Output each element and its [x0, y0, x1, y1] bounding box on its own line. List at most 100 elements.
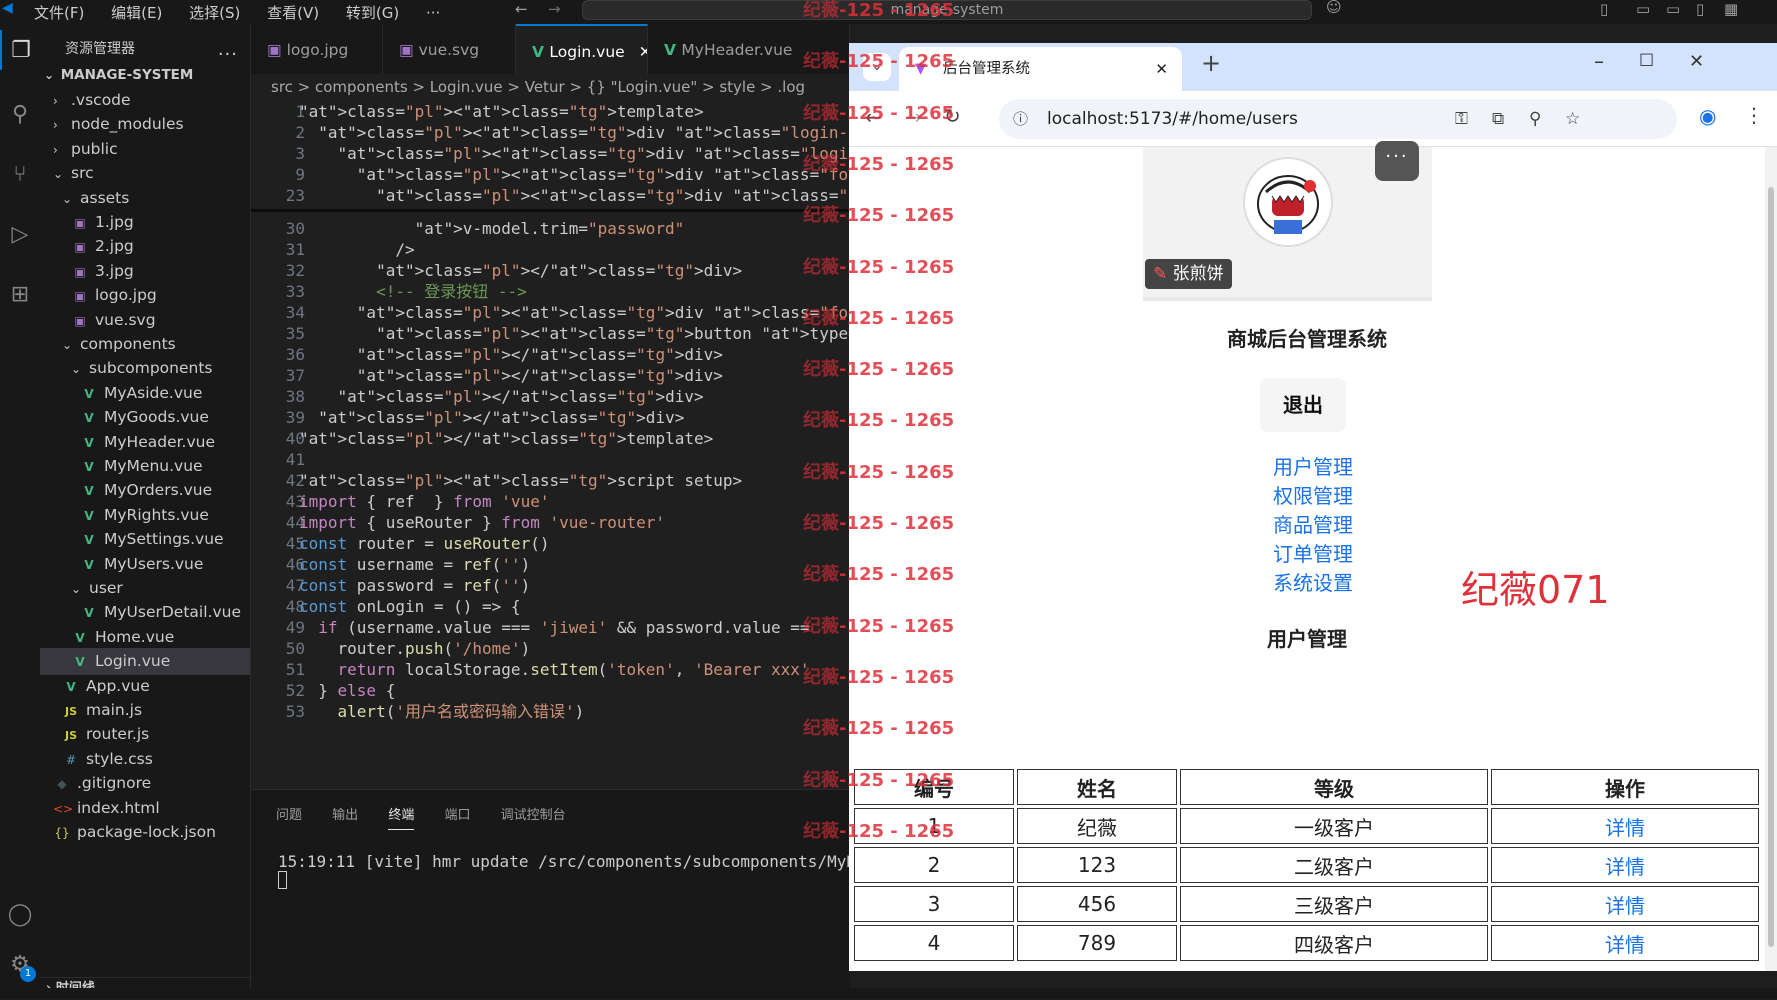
logout-button[interactable]: 退出: [1260, 378, 1346, 432]
close-tab-icon[interactable]: ✕: [1155, 47, 1168, 91]
breadcrumb[interactable]: src > components > Login.vue > Vetur > {…: [251, 74, 850, 100]
forward-arrow-icon[interactable]: →: [548, 0, 561, 18]
address-bar[interactable]: ⓘ localhost:5173/#/home/users ⚿ ⧉ ⚲ ☆: [999, 99, 1677, 139]
tree-item[interactable]: ▣ 3.jpg: [40, 258, 250, 285]
tree-item[interactable]: <> index.html: [40, 795, 250, 822]
code-line[interactable]: import { ref } from 'vue': [299, 490, 549, 514]
nav-link-goods[interactable]: 商品管理: [1263, 509, 1363, 538]
customize-layout-icon[interactable]: ▦: [1724, 0, 1738, 18]
code-line[interactable]: const onLogin = () => {: [299, 595, 521, 619]
tree-item[interactable]: ◆ .gitignore: [40, 770, 250, 797]
code-line[interactable]: "at">class="pl"><"at">class="tg">button …: [299, 322, 850, 346]
tab-ports[interactable]: 端口: [444, 808, 470, 823]
detail-link[interactable]: 详情: [1491, 847, 1759, 883]
detail-link[interactable]: 详情: [1491, 808, 1759, 844]
code-line[interactable]: const password = ref(''): [299, 574, 530, 598]
tab-vue-svg[interactable]: ▣ vue.svg: [383, 24, 516, 74]
tree-item[interactable]: V App.vue: [40, 673, 250, 700]
tree-item[interactable]: JS main.js: [40, 697, 250, 724]
code-line[interactable]: "at">class="pl"><"at">class="tg">div "at…: [299, 121, 850, 145]
source-control-icon[interactable]: ⑂: [0, 154, 40, 194]
layout-icon[interactable]: ▯: [1600, 0, 1608, 18]
tree-item[interactable]: V Home.vue: [40, 624, 250, 651]
explorer-icon[interactable]: ❐: [0, 30, 40, 70]
nav-link-rights[interactable]: 权限管理: [1263, 480, 1363, 509]
tree-item[interactable]: ▣ vue.svg: [40, 307, 250, 334]
workspace-root[interactable]: ⌄ MANAGE-SYSTEM: [40, 62, 250, 89]
run-debug-icon[interactable]: ▷: [0, 214, 40, 254]
tree-item[interactable]: V Login.vue: [40, 648, 250, 676]
tree-item[interactable]: ⌄ subcomponents: [40, 355, 250, 382]
code-line[interactable]: "at">class="pl"></"at">class="tg">div>: [299, 406, 684, 430]
tree-item[interactable]: V MySettings.vue: [40, 526, 250, 553]
tree-item[interactable]: ▣ 1.jpg: [40, 209, 250, 236]
tree-item[interactable]: V MyUsers.vue: [40, 551, 250, 578]
code-line[interactable]: />: [299, 238, 414, 262]
scrollbar-thumb[interactable]: [1768, 187, 1774, 947]
bookmark-star-icon[interactable]: ☆: [1565, 99, 1580, 139]
tab-logo-jpg[interactable]: ▣ logo.jpg: [251, 24, 383, 74]
code-line[interactable]: const username = ref(''): [299, 553, 530, 577]
code-line[interactable]: alert('用户名或密码输入错误'): [299, 700, 585, 724]
tree-item[interactable]: V MyHeader.vue: [40, 429, 250, 456]
menu-file[interactable]: 文件(F): [34, 4, 84, 22]
tree-item[interactable]: › .vscode: [40, 87, 250, 114]
password-key-icon[interactable]: ⚿: [1455, 99, 1468, 139]
menu-selection[interactable]: 选择(S): [189, 4, 240, 22]
minimize-icon[interactable]: –: [1594, 49, 1604, 73]
tree-item[interactable]: V MyUserDetail.vue: [40, 599, 250, 626]
tree-item[interactable]: V MyAside.vue: [40, 380, 250, 407]
detail-link[interactable]: 详情: [1491, 925, 1759, 961]
back-arrow-icon[interactable]: ←: [515, 0, 528, 18]
site-info-icon[interactable]: ⓘ: [1013, 99, 1028, 139]
tree-item[interactable]: ▣ logo.jpg: [40, 282, 250, 309]
tree-item[interactable]: ▣ 2.jpg: [40, 233, 250, 260]
code-line[interactable]: "at">v-model.trim="password": [299, 217, 685, 241]
nav-link-orders[interactable]: 订单管理: [1263, 538, 1363, 567]
menu-view[interactable]: 查看(V): [267, 4, 319, 22]
code-line[interactable]: "at">class="pl"><"at">class="tg">div "at…: [299, 301, 850, 325]
tree-item[interactable]: ⌄ assets: [40, 185, 250, 212]
search-icon[interactable]: ⚲: [0, 94, 40, 134]
code-line[interactable]: import { useRouter } from 'vue-router': [299, 511, 665, 535]
toggle-panel-icon[interactable]: ▭: [1666, 0, 1680, 18]
code-line[interactable]: "at">class="pl"></"at">class="tg">div>: [299, 385, 704, 409]
detail-link[interactable]: 详情: [1491, 886, 1759, 922]
code-line[interactable]: } else {: [299, 679, 395, 703]
code-line[interactable]: "at">class="pl"><"at">class="tg">templat…: [299, 100, 704, 124]
close-tab-icon[interactable]: ✕: [639, 43, 647, 61]
tab-output[interactable]: 输出: [332, 808, 358, 823]
code-line[interactable]: "at">class="pl"></"at">class="tg">div>: [299, 364, 723, 388]
nav-link-settings[interactable]: 系统设置: [1263, 567, 1363, 596]
code-line[interactable]: <!-- 登录按钮 -->: [299, 280, 527, 304]
code-line[interactable]: "at">class="pl"><"at">class="tg">div "at…: [299, 184, 850, 208]
code-line[interactable]: return localStorage.setItem('token', 'Be…: [299, 658, 810, 682]
tree-item[interactable]: # style.css: [40, 746, 250, 773]
code-line[interactable]: if (username.value === 'jiwei' && passwo…: [299, 616, 809, 640]
maximize-icon[interactable]: ☐: [1639, 51, 1654, 71]
tree-item[interactable]: › node_modules: [40, 111, 250, 138]
code-editor[interactable]: 1 "at">class="pl"><"at">class="tg">templa…: [251, 100, 850, 789]
tree-item[interactable]: V MyOrders.vue: [40, 477, 250, 504]
tree-item[interactable]: › public: [40, 136, 250, 163]
browser-menu-icon[interactable]: ⋮: [1744, 103, 1764, 127]
menu-edit[interactable]: 编辑(E): [111, 4, 162, 22]
code-line[interactable]: "at">class="pl"></"at">class="tg">templa…: [299, 427, 713, 451]
page-scrollbar[interactable]: [1765, 147, 1777, 971]
code-line[interactable]: "at">class="pl"><"at">class="tg">div "at…: [299, 142, 850, 166]
zoom-icon[interactable]: ⚲: [1529, 99, 1541, 139]
profile-icon[interactable]: ◉: [1699, 104, 1716, 128]
translate-icon[interactable]: ⧉: [1492, 99, 1504, 139]
copilot-icon[interactable]: ☺: [1326, 0, 1342, 16]
code-line[interactable]: "at">class="pl"><"at">class="tg">div "at…: [299, 163, 850, 187]
terminal-output[interactable]: 15:19:11 [vite] hmr update /src/componen…: [278, 852, 895, 893]
tab-debug-console[interactable]: 调试控制台: [501, 808, 566, 823]
tab-terminal[interactable]: 终端: [388, 808, 415, 830]
code-line[interactable]: router.push('/home'): [299, 637, 531, 661]
new-tab-icon[interactable]: +: [1201, 49, 1221, 77]
tree-item[interactable]: {} package-lock.json: [40, 819, 250, 846]
tree-item[interactable]: ⌄ src: [40, 160, 250, 187]
tree-item[interactable]: ⌄ user: [40, 575, 250, 602]
nav-link-users[interactable]: 用户管理: [1263, 451, 1363, 480]
account-icon[interactable]: ◯: [0, 894, 40, 934]
